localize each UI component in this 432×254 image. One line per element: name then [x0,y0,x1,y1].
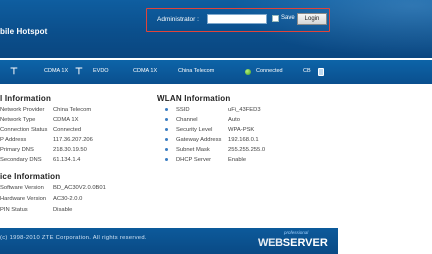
info-label: Primary DNS [0,147,34,153]
info-value: 117.36.207.206 [53,137,93,143]
wlan-label: Channel [176,117,198,123]
wlan-value: WPA-PSK [228,127,255,133]
login-panel: Administrator : Save Login [146,8,330,32]
bullet-icon [165,148,168,151]
device-info-title: ice Information [0,172,61,181]
roaming-network-status: CDMA 1X [133,68,158,74]
wlan-value: Auto [228,117,240,123]
info-value: 61.134.1.4 [53,157,81,163]
info-label: Hardware Version [0,196,47,202]
header-banner: bile Hotspot Administrator : Save Login [0,0,432,58]
info-value: BD_AC30V2.0.0B01 [53,185,106,191]
webserver-logo: professional WEBSERVER [258,230,336,253]
wan-info-title: l Information [0,94,52,103]
info-label: Secondary DNS [0,157,42,163]
sim-card-icon [318,68,324,76]
admin-label: Administrator : [157,16,199,23]
info-value: AC30-2.0.0 [53,196,83,202]
info-label: PIN Status [0,207,28,213]
connected-indicator-icon [245,69,251,75]
info-label: Connection Status [0,127,48,133]
login-button[interactable]: Login [297,13,327,25]
wlan-label: SSID [176,107,190,113]
info-label: P Address [0,137,27,143]
logo-server-text: SERVER [282,237,328,249]
info-value: China Telecom [53,107,92,113]
connection-status: Connected [256,68,283,74]
status-bar: ⊤ CDMA 1X ⊤ EVDO CDMA 1X China Telecom C… [0,60,432,84]
bullet-icon [165,138,168,141]
wlan-label: Security Level [176,127,213,133]
save-label: Save [281,15,295,21]
network-type-status: CDMA 1X [44,68,69,74]
cb-status: CB [303,68,311,74]
admin-password-input[interactable] [207,14,267,24]
wlan-info-title: WLAN Information [157,94,231,103]
wlan-value: 255.255.255.0 [228,147,266,153]
evdo-status: EVDO [93,68,109,74]
bullet-icon [165,128,168,131]
signal-antenna-icon: ⊤ [75,66,83,76]
info-label: Software Version [0,185,44,191]
wlan-label: DHCP Server [176,157,212,163]
footer-bar: (c) 1998-2010 ZTE Corporation. All right… [0,228,338,254]
wlan-value: uFi_43FED3 [228,107,261,113]
bullet-icon [165,118,168,121]
logo-professional-text: professional [284,230,309,235]
wlan-value: Enable [228,157,247,163]
save-checkbox[interactable] [272,15,279,22]
info-label: Network Type [0,117,36,123]
bullet-icon [165,158,168,161]
info-label: Network Provider [0,107,45,113]
info-value: CDMA 1X [53,117,79,123]
wlan-label: Subnet Mask [176,147,210,153]
provider-status: China Telecom [178,68,215,74]
product-name: bile Hotspot [0,27,48,36]
info-value: Disable [53,207,73,213]
signal-antenna-icon: ⊤ [10,66,18,76]
wlan-label: Gateway Address [176,137,222,143]
wlan-value: 192.168.0.1 [228,137,259,143]
info-value: Connected [53,127,82,133]
bullet-icon [165,108,168,111]
info-value: 218.30.19.50 [53,147,87,153]
copyright-text: (c) 1998-2010 ZTE Corporation. All right… [0,235,147,241]
logo-web-text: WEB [258,237,283,249]
